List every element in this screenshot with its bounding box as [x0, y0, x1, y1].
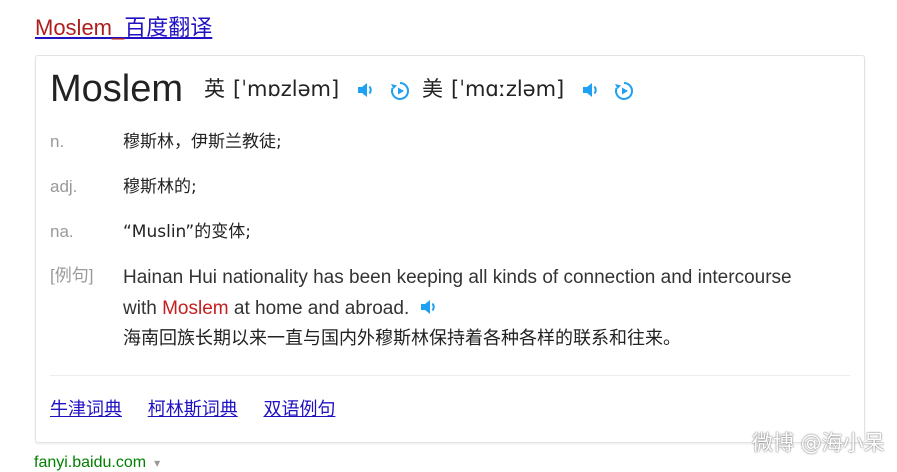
example-en-pre: with	[123, 298, 163, 319]
result-title-link[interactable]: Moslem_百度翻译	[35, 13, 212, 44]
example-keyword: Moslem	[162, 298, 229, 319]
us-replay-icon[interactable]	[613, 80, 635, 102]
us-label: 美	[422, 77, 443, 101]
example-speaker-icon[interactable]	[419, 297, 439, 317]
bilingual-examples-link[interactable]: 双语例句	[263, 399, 335, 420]
card-divider	[50, 375, 850, 376]
definition-text: 穆斯林的;	[123, 177, 197, 197]
source-domain-text[interactable]: fanyi.baidu.com	[34, 454, 146, 471]
example-zh: 海南回族长期以来一直与国内外穆斯林保持着各种各样的联系和往来。	[123, 328, 681, 349]
example-tag: [例句]	[50, 266, 94, 285]
example-en-post: at home and abroad.	[228, 298, 410, 319]
part-of-speech: adj.	[50, 177, 78, 196]
uk-label: 英	[204, 77, 225, 101]
definition-text: “Muslin”的变体;	[123, 222, 251, 242]
dictionary-links: 牛津词典 柯林斯词典 双语例句	[50, 396, 355, 424]
dropdown-arrow-icon[interactable]: ▾	[154, 456, 160, 470]
definition-text: 穆斯林，伊斯兰教徒;	[123, 132, 282, 152]
us-speaker-icon[interactable]	[581, 80, 601, 100]
us-phonetic: 美 [ˈmɑːzləm]	[422, 75, 564, 103]
oxford-dictionary-link[interactable]: 牛津词典	[50, 399, 122, 420]
uk-speaker-icon[interactable]	[356, 80, 376, 100]
uk-phonetic: 英 [ˈmɒzləm]	[204, 75, 339, 103]
dictionary-card: Moslem 英 [ˈmɒzləm] 美 [ˈmɑːzləm] n. 穆斯林，伊斯兰…	[35, 55, 865, 443]
uk-phonetic-text: [ˈmɒzləm]	[233, 77, 340, 101]
example-en-line2: with Moslem at home and abroad.	[123, 293, 792, 324]
result-title-word[interactable]: Moslem	[35, 15, 112, 40]
headword: Moslem	[50, 68, 184, 110]
part-of-speech: n.	[50, 132, 65, 151]
result-title-source[interactable]: 百度翻译	[124, 16, 212, 41]
example-en-line1: Hainan Hui nationality has been keeping …	[123, 267, 792, 288]
source-domain[interactable]: fanyi.baidu.com ▾	[34, 454, 160, 472]
result-title-separator[interactable]: _	[112, 15, 124, 40]
uk-replay-icon[interactable]	[389, 80, 411, 102]
us-phonetic-text: [ˈmɑːzləm]	[451, 77, 565, 101]
collins-dictionary-link[interactable]: 柯林斯词典	[148, 399, 238, 420]
watermark: 微博 @海小呆	[752, 431, 885, 455]
part-of-speech: na.	[50, 222, 74, 241]
